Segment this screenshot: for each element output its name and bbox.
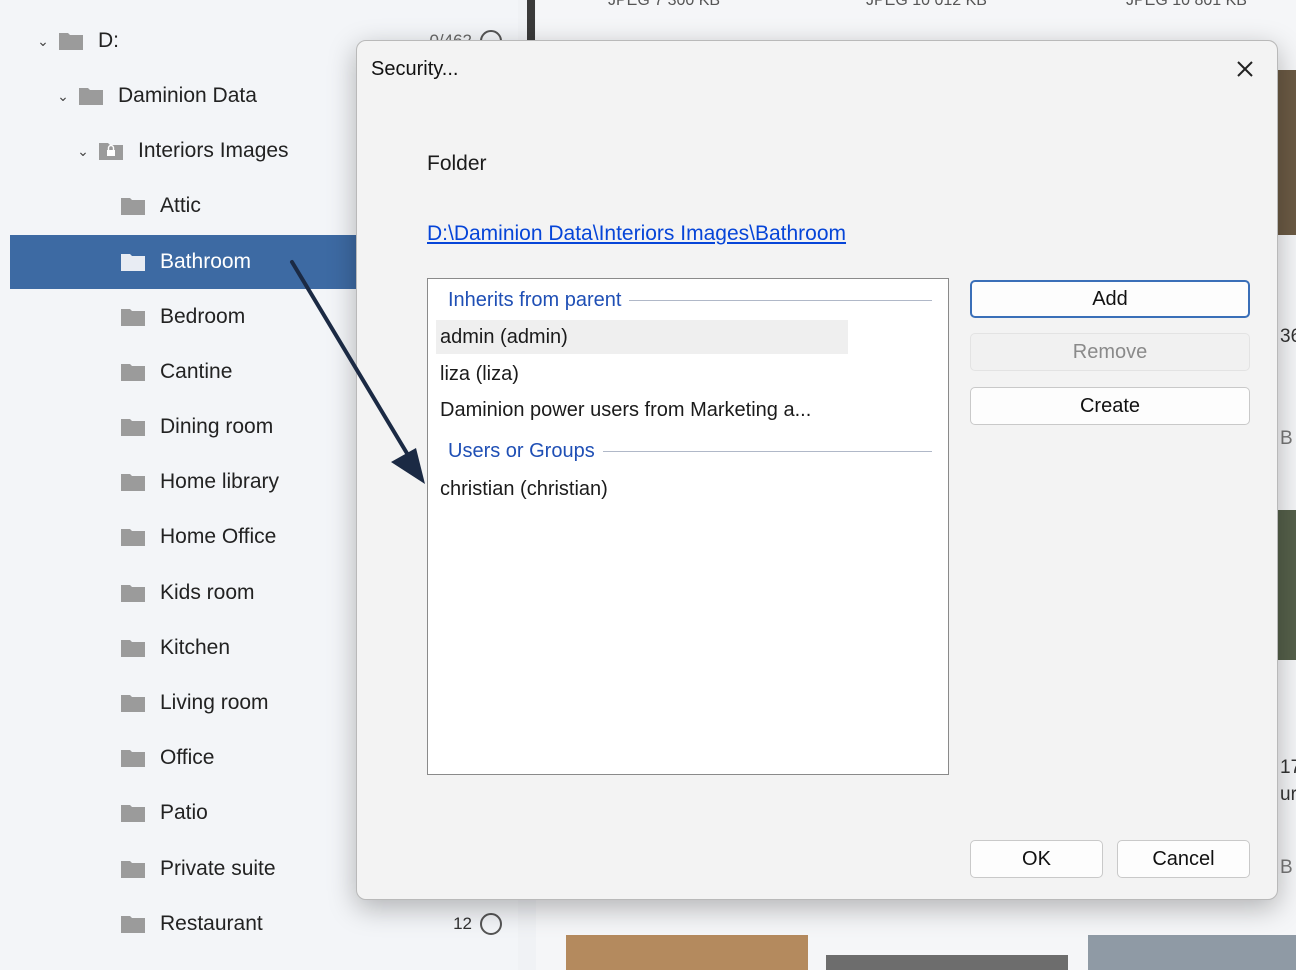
dialog-title: Security... bbox=[371, 58, 459, 80]
dialog-titlebar[interactable]: Security... bbox=[357, 41, 1277, 97]
list-item-user[interactable]: christian (christian) bbox=[436, 472, 608, 506]
close-button[interactable] bbox=[1225, 51, 1265, 87]
tree-item-label: Home library bbox=[160, 470, 280, 493]
tree-item-label: Bathroom bbox=[160, 250, 252, 273]
ok-button[interactable]: OK bbox=[970, 840, 1103, 878]
tree-item-label: Office bbox=[160, 746, 215, 769]
tree-item-label: Home Office bbox=[160, 525, 277, 548]
file-info: JPEG 7 300 KB bbox=[608, 0, 721, 9]
group-header-label: Inherits from parent bbox=[448, 288, 622, 311]
user-name: liza (liza) bbox=[440, 362, 519, 385]
folder-path-link[interactable]: D:\Daminion Data\Interiors Images\Bathro… bbox=[427, 222, 846, 246]
tree-item-label: Dining room bbox=[160, 415, 274, 438]
tree-item-label: Living room bbox=[160, 691, 269, 714]
file-info: JPEG 10 801 KB bbox=[1126, 0, 1247, 9]
user-name: admin (admin) bbox=[440, 325, 568, 348]
folder-icon bbox=[120, 472, 146, 492]
chevron-down-icon[interactable]: ⌄ bbox=[34, 33, 52, 50]
image-thumbnail[interactable] bbox=[1088, 935, 1296, 970]
folder-icon bbox=[120, 803, 146, 823]
tree-item-bathroom[interactable]: Bathroom bbox=[10, 235, 356, 289]
object-type-label: Folder bbox=[427, 152, 487, 175]
image-thumbnail[interactable] bbox=[566, 935, 808, 970]
file-info: ur bbox=[1280, 784, 1296, 805]
security-dialog: Security... Folder D:\Daminion Data\Inte… bbox=[356, 40, 1278, 900]
group-header-inherited: Inherits from parent bbox=[448, 288, 932, 312]
folder-icon bbox=[120, 417, 146, 437]
remove-button[interactable]: Remove bbox=[970, 333, 1250, 371]
chevron-down-icon[interactable]: ⌄ bbox=[54, 88, 72, 105]
user-name: christian (christian) bbox=[440, 477, 608, 500]
locked-folder-icon bbox=[98, 141, 124, 161]
folder-icon bbox=[120, 252, 146, 272]
tree-item-label: Private suite bbox=[160, 857, 276, 880]
folder-icon bbox=[58, 31, 84, 51]
tree-item-label: Attic bbox=[160, 194, 201, 217]
status-circle-icon[interactable] bbox=[480, 913, 502, 935]
group-header-users: Users or Groups bbox=[448, 439, 932, 463]
folder-icon bbox=[120, 527, 146, 547]
image-thumbnail[interactable] bbox=[826, 955, 1068, 970]
tree-item-label: Kitchen bbox=[160, 636, 231, 659]
tree-item-label: Restaurant bbox=[160, 912, 263, 935]
list-item-user[interactable]: admin (admin) bbox=[436, 320, 848, 354]
file-info: B bbox=[1280, 857, 1293, 878]
permissions-list[interactable]: Inherits from parent admin (admin) liza … bbox=[427, 278, 949, 775]
chevron-down-icon[interactable]: ⌄ bbox=[74, 143, 92, 160]
divider bbox=[629, 299, 932, 301]
file-info: JPEG 10 012 KB bbox=[866, 0, 987, 9]
tree-item-label: Patio bbox=[160, 801, 208, 824]
list-item-user[interactable]: liza (liza) bbox=[436, 357, 519, 391]
divider bbox=[602, 450, 932, 452]
folder-icon bbox=[120, 638, 146, 658]
tree-item-label: Interiors Images bbox=[138, 139, 289, 162]
tree-item-label: Cantine bbox=[160, 360, 233, 383]
tree-item-label: Bedroom bbox=[160, 305, 246, 328]
folder-icon bbox=[78, 86, 104, 106]
tree-item-label: Kids room bbox=[160, 581, 255, 604]
folder-icon bbox=[120, 914, 146, 934]
folder-icon bbox=[120, 583, 146, 603]
file-info: 36 bbox=[1280, 326, 1296, 347]
create-button[interactable]: Create bbox=[970, 387, 1250, 425]
file-info: B bbox=[1280, 428, 1293, 449]
tree-item-restaurant[interactable]: Restaurant 12 bbox=[10, 897, 518, 951]
folder-icon bbox=[120, 748, 146, 768]
folder-icon bbox=[120, 693, 146, 713]
folder-icon bbox=[120, 362, 146, 382]
add-button[interactable]: Add bbox=[970, 280, 1250, 318]
cancel-button[interactable]: Cancel bbox=[1117, 840, 1250, 878]
tree-item-label: Daminion Data bbox=[118, 84, 257, 107]
folder-icon bbox=[120, 859, 146, 879]
image-thumbnail[interactable] bbox=[1276, 70, 1296, 235]
image-thumbnail[interactable] bbox=[1276, 510, 1296, 660]
tree-item-label: D: bbox=[98, 29, 119, 52]
folder-icon bbox=[120, 196, 146, 216]
folder-icon bbox=[120, 307, 146, 327]
file-info: 17 bbox=[1280, 757, 1296, 778]
item-count: 12 bbox=[453, 914, 472, 933]
group-header-label: Users or Groups bbox=[448, 439, 595, 462]
group-name: Daminion power users from Marketing a... bbox=[440, 398, 812, 421]
close-icon bbox=[1237, 61, 1253, 77]
list-item-group[interactable]: Daminion power users from Marketing a... bbox=[436, 393, 811, 427]
